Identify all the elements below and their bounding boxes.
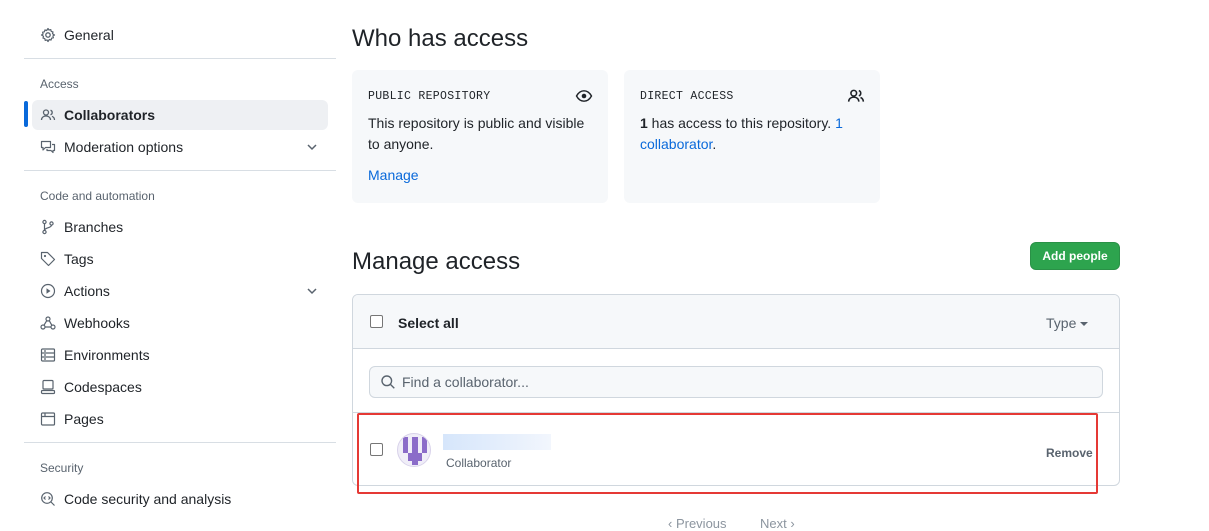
sidebar-item-label: Codespaces <box>64 379 142 395</box>
search-icon <box>381 375 395 389</box>
sidebar-item-label: Moderation options <box>64 139 184 155</box>
type-filter-dropdown[interactable]: Type <box>1046 315 1089 331</box>
caret-down-icon <box>1080 322 1089 327</box>
sidebar-item-codespaces[interactable]: Codespaces <box>32 372 328 402</box>
people-icon <box>40 107 56 123</box>
tag-icon <box>40 251 56 267</box>
sidebar-group-access-title: Access <box>40 77 79 91</box>
sidebar-item-label: Code security and analysis <box>64 491 232 507</box>
sidebar-item-collaborators[interactable]: Collaborators <box>32 100 328 130</box>
sidebar-divider <box>24 58 336 59</box>
sidebar-item-label: Environments <box>64 347 150 363</box>
people-icon <box>847 89 865 102</box>
sidebar-item-label: Webhooks <box>64 315 130 331</box>
sidebar-item-webhooks[interactable]: Webhooks <box>32 308 328 338</box>
sidebar-item-label: Actions <box>64 283 110 299</box>
chevron-down-icon[interactable] <box>304 283 320 299</box>
card-label: PUBLIC REPOSITORY <box>368 90 491 103</box>
add-people-button[interactable]: Add people <box>1030 242 1120 270</box>
codescan-icon <box>40 491 56 507</box>
access-suffix: . <box>712 136 717 152</box>
sidebar-item-code-security[interactable]: Code security and analysis <box>32 484 328 514</box>
sidebar-divider <box>24 442 336 443</box>
active-indicator <box>24 101 28 127</box>
public-repository-card: PUBLIC REPOSITORY This repository is pub… <box>352 70 608 203</box>
play-icon <box>40 283 56 299</box>
sidebar-item-moderation-options[interactable]: Moderation options <box>32 132 328 162</box>
select-all-label: Select all <box>398 315 459 331</box>
sidebar-item-label: General <box>64 27 114 43</box>
settings-sidebar: General Access Collaborators Moderation … <box>24 0 336 524</box>
sidebar-item-environments[interactable]: Environments <box>32 340 328 370</box>
gear-icon <box>40 27 56 43</box>
webhook-icon <box>40 315 56 331</box>
sidebar-group-security-title: Security <box>40 461 84 475</box>
access-count: 1 <box>640 115 648 131</box>
collaborator-search[interactable] <box>369 366 1103 398</box>
eye-icon <box>575 90 593 102</box>
sidebar-item-pages[interactable]: Pages <box>32 404 328 434</box>
sidebar-item-label: Tags <box>64 251 94 267</box>
visibility-description: This repository is public and visible to… <box>368 115 585 152</box>
collaborators-box-header: Select all Type <box>353 295 1119 349</box>
chevron-down-icon[interactable] <box>304 139 320 155</box>
search-row <box>353 349 1119 413</box>
sidebar-item-label: Branches <box>64 219 124 235</box>
type-filter-label: Type <box>1046 315 1077 331</box>
browser-icon <box>40 411 56 427</box>
sidebar-item-label: Pages <box>64 411 104 427</box>
access-text: has access to this repository. <box>647 115 836 131</box>
sidebar-item-tags[interactable]: Tags <box>32 244 328 274</box>
card-label: DIRECT ACCESS <box>640 90 734 103</box>
manage-visibility-link[interactable]: Manage <box>368 167 419 183</box>
sidebar-group-code-title: Code and automation <box>40 189 155 203</box>
highlight-box <box>357 413 1098 494</box>
sidebar-item-actions[interactable]: Actions <box>32 276 328 306</box>
select-all-checkbox[interactable] <box>370 315 383 328</box>
direct-access-description: 1 has access to this repository. 1 colla… <box>640 113 864 155</box>
manage-access-heading: Manage access <box>352 248 521 275</box>
git-branch-icon <box>40 219 56 235</box>
report-icon <box>40 139 56 155</box>
sidebar-item-label: Collaborators <box>64 107 156 123</box>
sidebar-item-branches[interactable]: Branches <box>32 212 328 242</box>
sidebar-item-general[interactable]: General <box>32 20 328 50</box>
who-has-access-heading: Who has access <box>352 25 529 52</box>
direct-access-card: DIRECT ACCESS 1 has access to this repos… <box>624 70 880 203</box>
codespaces-icon <box>40 379 56 395</box>
sidebar-divider <box>24 170 336 171</box>
server-icon <box>40 347 56 363</box>
search-input[interactable] <box>402 374 1082 390</box>
